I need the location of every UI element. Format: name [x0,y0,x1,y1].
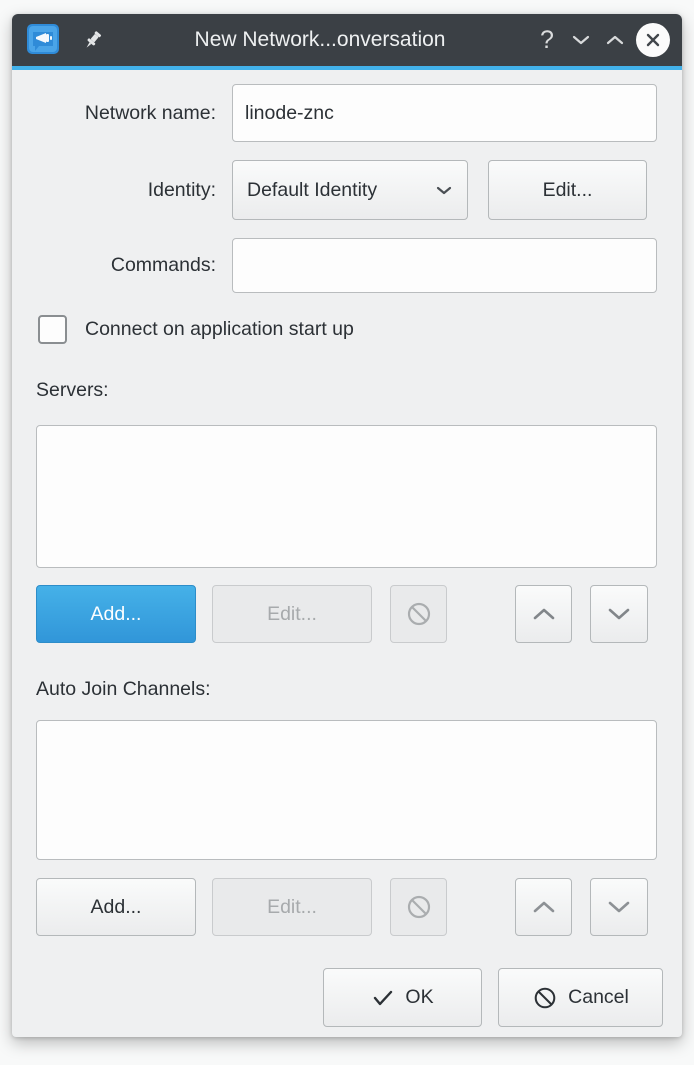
servers-move-up-button[interactable] [515,585,572,643]
cancel-button[interactable]: Cancel [498,968,663,1027]
servers-label: Servers: [36,376,336,404]
circle-slash-icon [532,985,558,1011]
commands-label: Commands: [36,238,216,293]
pin-icon[interactable] [76,23,110,57]
network-name-input[interactable] [232,84,657,142]
titlebar[interactable]: New Network...onversation ? [12,14,682,66]
servers-move-down-button[interactable] [590,585,648,643]
connect-on-startup-checkbox[interactable] [38,315,67,344]
servers-list[interactable] [36,425,657,568]
down-arrow-icon [606,899,632,915]
window-title: New Network...onversation [110,28,530,52]
servers-add-button[interactable]: Add... [36,585,196,643]
chevron-down-icon [571,34,591,46]
channels-edit-button: Edit... [212,878,372,936]
maximize-button[interactable] [598,23,632,57]
channels-move-down-button[interactable] [590,878,648,936]
circle-slash-icon [405,600,433,628]
identity-label: Identity: [36,160,216,220]
ok-button[interactable]: OK [323,968,482,1027]
channels-delete-button [390,878,447,936]
auto-join-channels-label: Auto Join Channels: [36,675,386,703]
servers-delete-button [390,585,447,643]
commands-input[interactable] [232,238,657,293]
konversation-app-icon [24,21,62,59]
chevron-down-icon [435,185,453,196]
help-button[interactable]: ? [530,23,564,57]
checkmark-icon [371,988,395,1008]
up-arrow-icon [531,606,557,622]
network-name-label: Network name: [36,84,216,142]
up-arrow-icon [531,899,557,915]
chevron-up-icon [605,34,625,46]
channels-add-button[interactable]: Add... [36,878,196,936]
screenshot-stage: New Network...onversation ? [0,0,694,1065]
circle-slash-icon [405,893,433,921]
dialog-window: New Network...onversation ? [12,14,682,1037]
close-icon [636,23,670,57]
connect-on-startup-label: Connect on application start up [85,315,505,344]
close-button[interactable] [636,23,670,57]
help-icon: ? [540,28,554,53]
down-arrow-icon [606,606,632,622]
identity-selected-value: Default Identity [247,179,377,202]
titlebar-accent-line [12,66,682,70]
identity-edit-button[interactable]: Edit... [488,160,647,220]
auto-join-channels-list[interactable] [36,720,657,860]
servers-edit-button: Edit... [212,585,372,643]
minimize-button[interactable] [564,23,598,57]
channels-move-up-button[interactable] [515,878,572,936]
identity-dropdown[interactable]: Default Identity [232,160,468,220]
